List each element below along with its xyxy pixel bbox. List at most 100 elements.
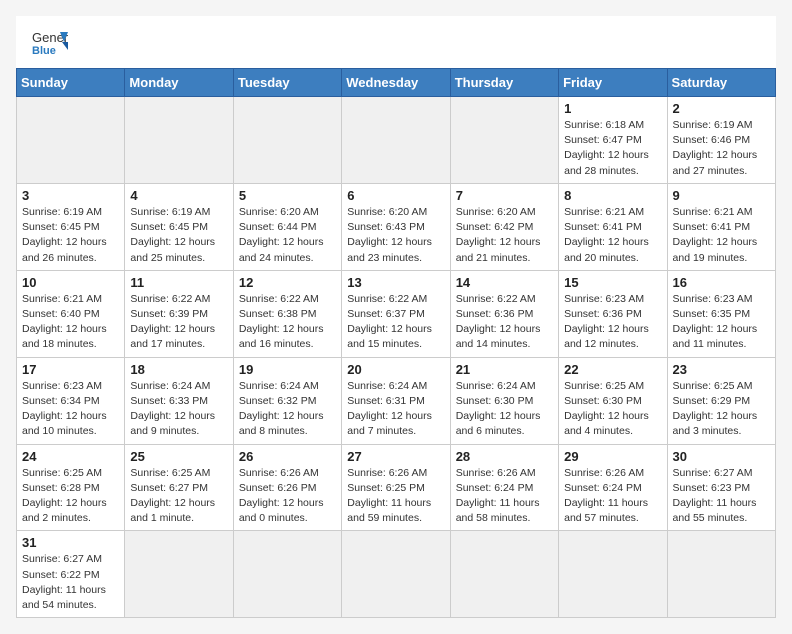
calendar-cell: 9 Sunrise: 6:21 AM Sunset: 6:41 PM Daylig… [667, 183, 775, 270]
calendar-cell: 2 Sunrise: 6:19 AM Sunset: 6:46 PM Daylig… [667, 97, 775, 184]
day-sun-info: Sunrise: 6:20 AM Sunset: 6:43 PM Dayligh… [347, 205, 444, 266]
col-header-friday: Friday [559, 69, 667, 97]
day-sun-info: Sunrise: 6:20 AM Sunset: 6:42 PM Dayligh… [456, 205, 553, 266]
day-number: 29 [564, 449, 661, 464]
col-header-thursday: Thursday [450, 69, 558, 97]
calendar-week-row: 24Sunrise: 6:25 AM Sunset: 6:28 PM Dayli… [17, 444, 776, 531]
day-sun-info: Sunrise: 6:24 AM Sunset: 6:31 PM Dayligh… [347, 379, 444, 440]
day-sun-info: Sunrise: 6:25 AM Sunset: 6:29 PM Dayligh… [673, 379, 770, 440]
calendar-cell [342, 531, 450, 618]
day-number: 27 [347, 449, 444, 464]
day-number: 25 [130, 449, 227, 464]
calendar-cell: 7 Sunrise: 6:20 AM Sunset: 6:42 PM Daylig… [450, 183, 558, 270]
calendar-cell: 17 Sunrise: 6:23 AM Sunset: 6:34 PM Dayli… [17, 357, 125, 444]
day-number: 13 [347, 275, 444, 290]
day-sun-info: Sunrise: 6:27 AM Sunset: 6:22 PM Dayligh… [22, 552, 119, 613]
day-sun-info: Sunrise: 6:22 AM Sunset: 6:36 PM Dayligh… [456, 292, 553, 353]
calendar-cell: 22 Sunrise: 6:25 AM Sunset: 6:30 PM Dayli… [559, 357, 667, 444]
calendar-cell [450, 531, 558, 618]
calendar-cell: 30 Sunrise: 6:27 AM Sunset: 6:23 PM Dayli… [667, 444, 775, 531]
day-sun-info: Sunrise: 6:27 AM Sunset: 6:23 PM Dayligh… [673, 466, 770, 527]
calendar-week-row: 31 Sunrise: 6:27 AM Sunset: 6:22 PM Dayli… [17, 531, 776, 618]
calendar-cell [125, 97, 233, 184]
calendar-cell: 18Sunrise: 6:24 AM Sunset: 6:33 PM Dayli… [125, 357, 233, 444]
calendar-cell: 21Sunrise: 6:24 AM Sunset: 6:30 PM Dayli… [450, 357, 558, 444]
day-number: 5 [239, 188, 336, 203]
calendar-cell: 19Sunrise: 6:24 AM Sunset: 6:32 PM Dayli… [233, 357, 341, 444]
calendar-cell: 26Sunrise: 6:26 AM Sunset: 6:26 PM Dayli… [233, 444, 341, 531]
header: General Blue [16, 16, 776, 64]
day-sun-info: Sunrise: 6:23 AM Sunset: 6:35 PM Dayligh… [673, 292, 770, 353]
day-sun-info: Sunrise: 6:26 AM Sunset: 6:24 PM Dayligh… [456, 466, 553, 527]
logo: General Blue [32, 28, 68, 56]
day-number: 30 [673, 449, 770, 464]
calendar-week-row: 10Sunrise: 6:21 AM Sunset: 6:40 PM Dayli… [17, 270, 776, 357]
calendar-cell [667, 531, 775, 618]
col-header-saturday: Saturday [667, 69, 775, 97]
day-number: 2 [673, 101, 770, 116]
calendar-cell: 3 Sunrise: 6:19 AM Sunset: 6:45 PM Daylig… [17, 183, 125, 270]
day-number: 9 [673, 188, 770, 203]
calendar-cell: 14 Sunrise: 6:22 AM Sunset: 6:36 PM Dayli… [450, 270, 558, 357]
day-sun-info: Sunrise: 6:19 AM Sunset: 6:46 PM Dayligh… [673, 118, 770, 179]
calendar-cell: 6 Sunrise: 6:20 AM Sunset: 6:43 PM Daylig… [342, 183, 450, 270]
day-sun-info: Sunrise: 6:21 AM Sunset: 6:41 PM Dayligh… [673, 205, 770, 266]
day-number: 14 [456, 275, 553, 290]
day-number: 6 [347, 188, 444, 203]
day-number: 17 [22, 362, 119, 377]
calendar-cell: 23 Sunrise: 6:25 AM Sunset: 6:29 PM Dayli… [667, 357, 775, 444]
day-sun-info: Sunrise: 6:23 AM Sunset: 6:34 PM Dayligh… [22, 379, 119, 440]
day-number: 21 [456, 362, 553, 377]
generalblue-logo-icon: General Blue [32, 28, 68, 56]
day-sun-info: Sunrise: 6:22 AM Sunset: 6:38 PM Dayligh… [239, 292, 336, 353]
calendar-cell [233, 97, 341, 184]
day-sun-info: Sunrise: 6:24 AM Sunset: 6:32 PM Dayligh… [239, 379, 336, 440]
calendar-cell: 4Sunrise: 6:19 AM Sunset: 6:45 PM Daylig… [125, 183, 233, 270]
calendar-cell: 29 Sunrise: 6:26 AM Sunset: 6:24 PM Dayli… [559, 444, 667, 531]
calendar-week-row: 1 Sunrise: 6:18 AM Sunset: 6:47 PM Daylig… [17, 97, 776, 184]
calendar-cell: 10Sunrise: 6:21 AM Sunset: 6:40 PM Dayli… [17, 270, 125, 357]
day-number: 31 [22, 535, 119, 550]
day-number: 1 [564, 101, 661, 116]
day-sun-info: Sunrise: 6:24 AM Sunset: 6:33 PM Dayligh… [130, 379, 227, 440]
day-number: 26 [239, 449, 336, 464]
day-number: 12 [239, 275, 336, 290]
day-number: 11 [130, 275, 227, 290]
day-sun-info: Sunrise: 6:18 AM Sunset: 6:47 PM Dayligh… [564, 118, 661, 179]
day-sun-info: Sunrise: 6:25 AM Sunset: 6:30 PM Dayligh… [564, 379, 661, 440]
svg-text:Blue: Blue [32, 45, 56, 56]
calendar-cell [450, 97, 558, 184]
day-number: 7 [456, 188, 553, 203]
col-header-tuesday: Tuesday [233, 69, 341, 97]
day-number: 23 [673, 362, 770, 377]
calendar-cell: 16 Sunrise: 6:23 AM Sunset: 6:35 PM Dayli… [667, 270, 775, 357]
calendar-cell: 27 Sunrise: 6:26 AM Sunset: 6:25 PM Dayli… [342, 444, 450, 531]
calendar-cell [125, 531, 233, 618]
day-sun-info: Sunrise: 6:20 AM Sunset: 6:44 PM Dayligh… [239, 205, 336, 266]
calendar-header-row: SundayMondayTuesdayWednesdayThursdayFrid… [17, 69, 776, 97]
day-sun-info: Sunrise: 6:25 AM Sunset: 6:27 PM Dayligh… [130, 466, 227, 527]
calendar-cell: 25 Sunrise: 6:25 AM Sunset: 6:27 PM Dayli… [125, 444, 233, 531]
day-number: 4 [130, 188, 227, 203]
calendar-cell: 12 Sunrise: 6:22 AM Sunset: 6:38 PM Dayli… [233, 270, 341, 357]
calendar-cell: 13Sunrise: 6:22 AM Sunset: 6:37 PM Dayli… [342, 270, 450, 357]
day-sun-info: Sunrise: 6:26 AM Sunset: 6:25 PM Dayligh… [347, 466, 444, 527]
calendar-cell: 15Sunrise: 6:23 AM Sunset: 6:36 PM Dayli… [559, 270, 667, 357]
col-header-monday: Monday [125, 69, 233, 97]
day-sun-info: Sunrise: 6:19 AM Sunset: 6:45 PM Dayligh… [22, 205, 119, 266]
day-number: 24 [22, 449, 119, 464]
day-number: 8 [564, 188, 661, 203]
col-header-sunday: Sunday [17, 69, 125, 97]
day-sun-info: Sunrise: 6:21 AM Sunset: 6:40 PM Dayligh… [22, 292, 119, 353]
day-sun-info: Sunrise: 6:26 AM Sunset: 6:24 PM Dayligh… [564, 466, 661, 527]
calendar-cell: 28Sunrise: 6:26 AM Sunset: 6:24 PM Dayli… [450, 444, 558, 531]
calendar-cell [559, 531, 667, 618]
day-number: 22 [564, 362, 661, 377]
day-sun-info: Sunrise: 6:21 AM Sunset: 6:41 PM Dayligh… [564, 205, 661, 266]
calendar-cell [342, 97, 450, 184]
day-number: 16 [673, 275, 770, 290]
calendar-cell: 8 Sunrise: 6:21 AM Sunset: 6:41 PM Daylig… [559, 183, 667, 270]
day-number: 3 [22, 188, 119, 203]
calendar-table: SundayMondayTuesdayWednesdayThursdayFrid… [16, 68, 776, 618]
day-number: 15 [564, 275, 661, 290]
